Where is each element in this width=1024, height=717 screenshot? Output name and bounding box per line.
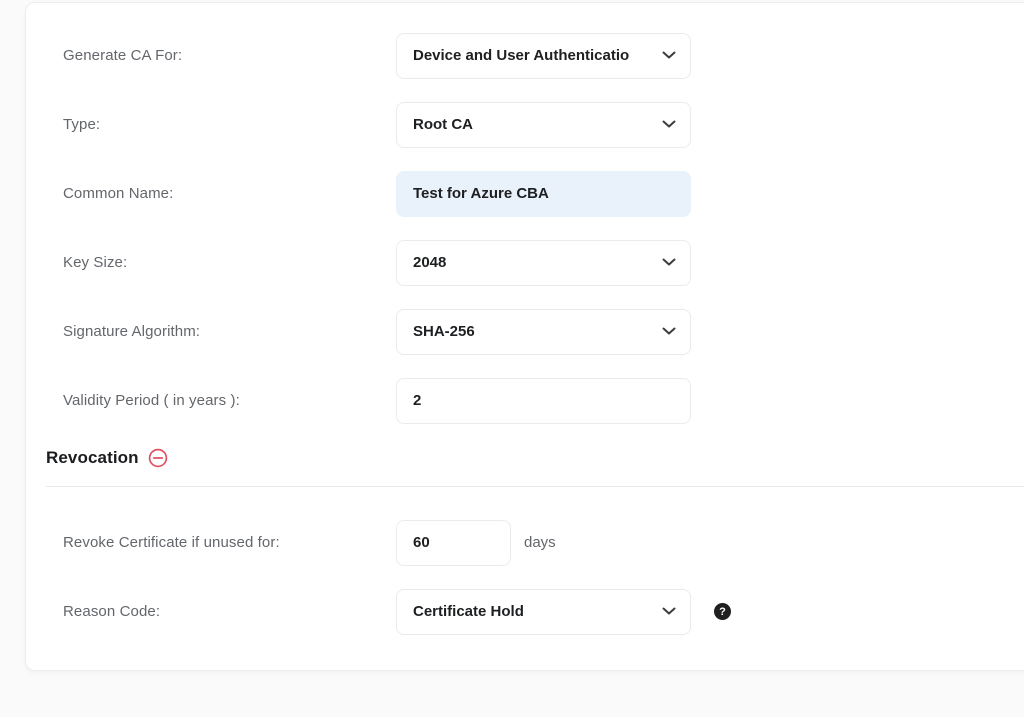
chevron-down-icon: [662, 120, 676, 129]
select-value: SHA-256: [413, 323, 475, 340]
collapse-section-button[interactable]: [148, 448, 168, 468]
section-divider: [46, 486, 1024, 487]
form-row: Reason Code: Certificate Hold ?: [46, 577, 1024, 646]
validity-period-input[interactable]: [396, 378, 691, 424]
select-value: 2048: [413, 254, 446, 271]
field-label: Signature Algorithm:: [63, 323, 396, 340]
form-row: Generate CA For: Device and User Authent…: [46, 21, 1024, 90]
revocation-section-body: Revoke Certificate if unused for: days R…: [46, 508, 1024, 646]
field-label: Key Size:: [63, 254, 396, 271]
field-label: Common Name:: [63, 185, 396, 202]
section-title: Revocation: [46, 448, 139, 468]
key-size-select[interactable]: 2048: [396, 240, 691, 286]
select-value: Certificate Hold: [413, 603, 524, 620]
question-mark-icon[interactable]: ?: [714, 603, 731, 620]
form-row: Revoke Certificate if unused for: days: [46, 508, 1024, 577]
revocation-section-header: Revocation: [46, 444, 1024, 472]
field-label: Validity Period ( in years ):: [63, 392, 396, 409]
select-value: Device and User Authenticatio: [413, 47, 629, 64]
generate-ca-for-select[interactable]: Device and User Authenticatio: [396, 33, 691, 79]
field-label: Type:: [63, 116, 396, 133]
form-row: Type: Root CA: [46, 90, 1024, 159]
chevron-down-icon: [662, 258, 676, 267]
type-select[interactable]: Root CA: [396, 102, 691, 148]
form-row: Validity Period ( in years ):: [46, 366, 1024, 435]
reason-code-select[interactable]: Certificate Hold: [396, 589, 691, 635]
field-label: Revoke Certificate if unused for:: [63, 534, 396, 551]
chevron-down-icon: [662, 607, 676, 616]
form-row: Key Size: 2048: [46, 228, 1024, 297]
generate-ca-form-card: Generate CA For: Device and User Authent…: [25, 2, 1024, 671]
field-label: Generate CA For:: [63, 47, 396, 64]
form-row: Signature Algorithm: SHA-256: [46, 297, 1024, 366]
signature-algorithm-select[interactable]: SHA-256: [396, 309, 691, 355]
form-row: Common Name:: [46, 159, 1024, 228]
days-suffix-label: days: [524, 534, 556, 551]
minus-circle-icon: [148, 448, 168, 468]
chevron-down-icon: [662, 51, 676, 60]
chevron-down-icon: [662, 327, 676, 336]
common-name-input[interactable]: [396, 171, 691, 217]
field-label: Reason Code:: [63, 603, 396, 620]
select-value: Root CA: [413, 116, 473, 133]
revoke-unused-days-input[interactable]: [396, 520, 511, 566]
